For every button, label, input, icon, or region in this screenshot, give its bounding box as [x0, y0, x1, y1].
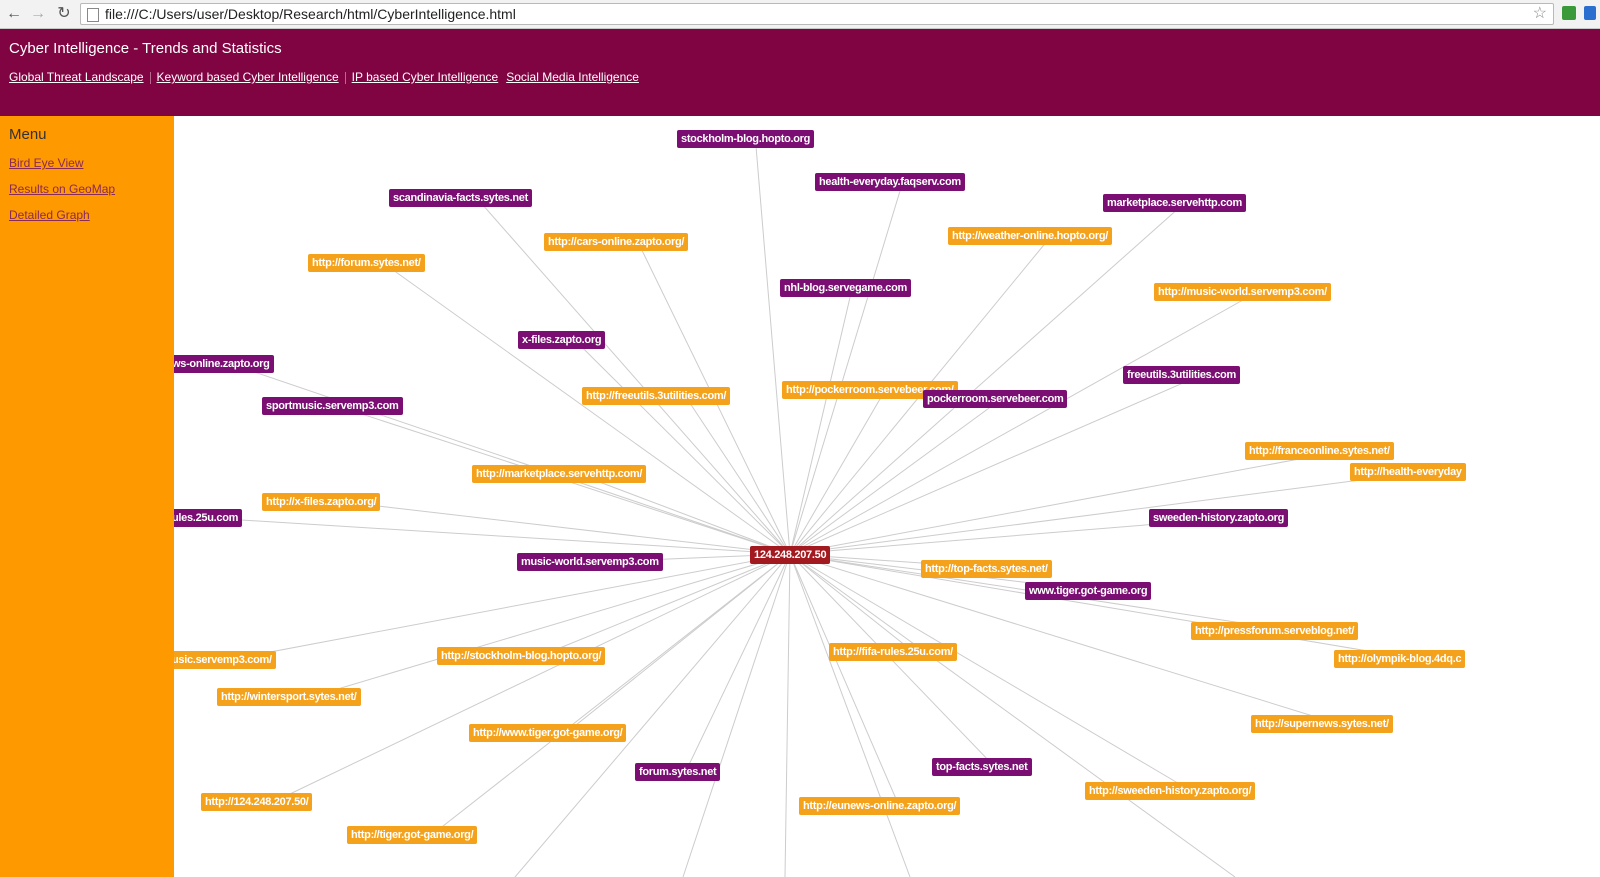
graph-node-url[interactable]: http://fifa-rules.25u.com/	[829, 643, 957, 661]
graph-node-domain[interactable]: sportmusic.servemp3.com	[262, 397, 403, 415]
graph-node-domain[interactable]: top-facts.sytes.net	[932, 758, 1032, 776]
nav-divider	[344, 71, 346, 84]
graph-edge	[784, 553, 791, 877]
graph-node-url[interactable]: http://franceonline.sytes.net/	[1245, 442, 1394, 460]
nav-link-global-threat-landscape[interactable]: Global Threat Landscape	[9, 70, 144, 84]
menu-link-detailed-graph[interactable]: Detailed Graph	[9, 208, 90, 222]
graph-edge	[310, 553, 791, 698]
graph-node-domain[interactable]: freeutils.3utilities.com	[1123, 366, 1240, 384]
graph-node-domain[interactable]: health-everyday.faqserv.com	[815, 173, 965, 191]
nav-link-social-media-intelligence[interactable]: Social Media Intelligence	[506, 70, 639, 84]
graph-node-url[interactable]: http://sweeden-history.zapto.org/	[1085, 782, 1256, 800]
graph-node-url[interactable]: http://freeutils.3utilities.com/	[582, 387, 731, 405]
graph-edge	[514, 553, 791, 877]
graph-node-domain[interactable]: sweeden-history.zapto.org	[1149, 509, 1289, 527]
page-icon	[87, 8, 99, 22]
graph-edge	[754, 138, 791, 555]
graph-node-url[interactable]: usic.servemp3.com/	[174, 651, 276, 669]
reload-icon[interactable]: ↻	[54, 4, 74, 24]
menu-link-bird-eye-view[interactable]: Bird Eye View	[9, 156, 83, 170]
graph-node-domain[interactable]: nhl-blog.servegame.com	[780, 279, 911, 297]
graph-edge	[789, 553, 1236, 877]
graph-node-domain[interactable]: marketplace.servehttp.com	[1103, 194, 1246, 212]
graph-edge	[789, 553, 911, 877]
graph-center-ip-node[interactable]: 124.248.207.50	[750, 546, 831, 564]
graph-edge	[789, 450, 1343, 555]
graph-node-url[interactable]: http://wintersport.sytes.net/	[217, 688, 361, 706]
graph-node-url[interactable]: http://pressforum.serveblog.net/	[1191, 622, 1359, 640]
graph-node-url[interactable]: http://weather-online.hopto.org/	[948, 227, 1112, 245]
graph-node-url[interactable]: http://stockholm-blog.hopto.org/	[437, 647, 606, 665]
graph-node-url[interactable]: http://eunews-online.zapto.org/	[799, 797, 961, 815]
graph-node-domain[interactable]: stockholm-blog.hopto.org	[677, 130, 815, 148]
back-arrow-icon[interactable]: ←	[4, 4, 24, 24]
graph-node-domain[interactable]: ules.25u.com	[174, 509, 243, 527]
graph-node-url[interactable]: http://cars-online.zapto.org/	[544, 233, 689, 251]
sidebar: Menu Bird Eye View Results on GeoMap Det…	[0, 116, 174, 877]
network-graph[interactable]: stockholm-blog.hopto.org health-everyday.…	[174, 116, 1600, 877]
graph-node-domain[interactable]: scandinavia-facts.sytes.net	[389, 189, 532, 207]
graph-node-domain[interactable]: forum.sytes.net	[635, 763, 721, 781]
bookmark-star-icon[interactable]: ☆	[1533, 4, 1547, 24]
graph-edge	[789, 181, 904, 555]
site-header: Cyber Intelligence - Trends and Statisti…	[0, 29, 1600, 116]
nav-link-ip-intelligence[interactable]: IP based Cyber Intelligence	[352, 70, 499, 84]
nav-divider	[149, 71, 151, 84]
graph-edge	[789, 389, 886, 555]
graph-node-domain[interactable]: music-world.servemp3.com	[517, 553, 663, 571]
graph-node-url[interactable]: http://124.248.207.50/	[201, 793, 313, 811]
graph-edge	[574, 339, 791, 555]
graph-edge	[431, 553, 791, 836]
graph-node-url[interactable]: http://www.tiger.got-game.org/	[469, 724, 627, 742]
address-bar[interactable]: file:///C:/Users/user/Desktop/Research/h…	[80, 3, 1554, 25]
graph-edge	[789, 553, 900, 807]
graph-edge	[209, 517, 791, 555]
graph-margin	[1480, 116, 1600, 877]
graph-edge	[343, 501, 791, 555]
graph-edge	[789, 287, 853, 555]
menu-title: Menu	[9, 126, 47, 143]
graph-edges	[209, 138, 1423, 877]
graph-edge	[383, 262, 791, 555]
graph-node-url[interactable]: http://music-world.servemp3.com/	[1154, 283, 1331, 301]
graph-node-domain[interactable]: www.tiger.got-game.org	[1025, 582, 1152, 600]
browser-toolbar: ← → ↻ file:///C:/Users/user/Desktop/Rese…	[0, 0, 1600, 29]
graph-node-url[interactable]: http://forum.sytes.net/	[308, 254, 425, 272]
nav-link-keyword-intelligence[interactable]: Keyword based Cyber Intelligence	[157, 70, 339, 84]
graph-node-url[interactable]: http://x-files.zapto.org/	[262, 493, 381, 511]
graph-edge	[684, 395, 791, 555]
graph-edge	[227, 553, 791, 661]
graph-node-url[interactable]: http://supernews.sytes.net/	[1251, 715, 1393, 733]
graph-node-domain[interactable]: ws-online.zapto.org	[174, 355, 274, 373]
extension-icon[interactable]	[1584, 6, 1596, 20]
graph-node-domain[interactable]: x-files.zapto.org	[518, 331, 606, 349]
top-navigation: Global Threat Landscape Keyword based Cyb…	[9, 70, 639, 84]
graph-edge	[682, 553, 791, 877]
extension-icon[interactable]	[1562, 6, 1576, 20]
url-text[interactable]: file:///C:/Users/user/Desktop/Research/h…	[105, 5, 516, 24]
page-title: Cyber Intelligence - Trends and Statisti…	[9, 40, 282, 57]
forward-arrow-icon[interactable]: →	[28, 4, 48, 24]
graph-node-url[interactable]: http://tiger.got-game.org/	[347, 826, 478, 844]
graph-node-url[interactable]: http://olympik-blog.4dq.c	[1334, 650, 1466, 668]
menu-link-results-geomap[interactable]: Results on GeoMap	[9, 182, 115, 196]
graph-node-domain[interactable]: pockerroom.servebeer.com	[923, 390, 1068, 408]
graph-node-url[interactable]: http://top-facts.sytes.net/	[921, 560, 1052, 578]
graph-node-url[interactable]: http://health-everyday	[1350, 463, 1466, 481]
graph-edge	[685, 553, 791, 773]
graph-node-url[interactable]: http://marketplace.servehttp.com/	[472, 465, 647, 483]
